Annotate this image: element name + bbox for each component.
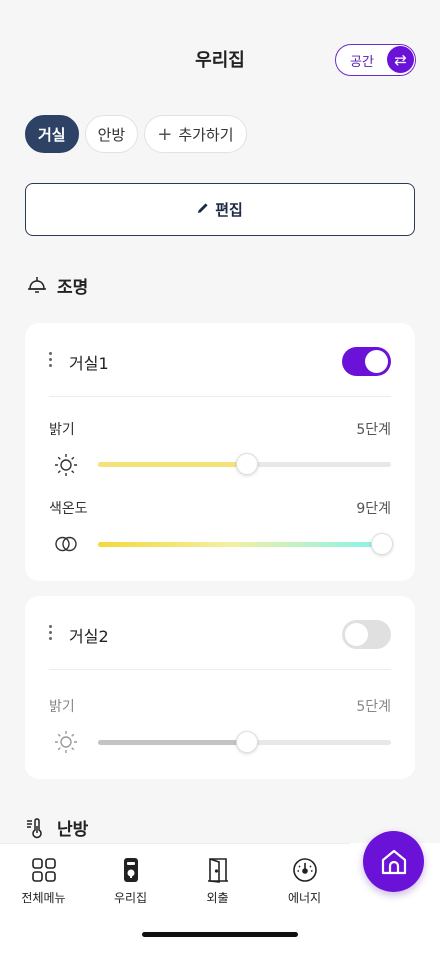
nav-label: 전체메뉴 xyxy=(21,891,66,905)
brightness-slider[interactable] xyxy=(98,453,391,475)
color-temp-slider[interactable] xyxy=(98,533,393,555)
light-name: 거실1 xyxy=(69,354,109,373)
light-card-2: 거실2 밝기 5단계 xyxy=(25,596,415,779)
plus-icon: + xyxy=(157,123,173,145)
brightness-slider-thumb[interactable] xyxy=(236,453,258,475)
gauge-icon xyxy=(292,858,317,882)
lighting-label: 조명 xyxy=(57,278,89,298)
pencil-icon xyxy=(197,202,209,218)
lighting-section-title: 조명 xyxy=(25,273,88,298)
nav-home[interactable]: 우리집 xyxy=(87,844,174,916)
room-tab-living[interactable]: 거실 xyxy=(25,115,79,153)
edit-button[interactable]: 편집 xyxy=(25,183,415,236)
light-name: 거실2 xyxy=(69,627,109,646)
room-tab-bedroom[interactable]: 안방 xyxy=(84,115,139,153)
home-indicator xyxy=(142,932,298,937)
header: 우리집 공간 ⇄ xyxy=(0,0,440,118)
room-tabs: 거실 안방 + 추가하기 xyxy=(25,115,247,153)
drag-handle-icon[interactable] xyxy=(49,625,53,643)
brightness-label: 밝기 xyxy=(49,422,75,438)
light-toggle[interactable] xyxy=(342,620,391,649)
heating-label: 난방 xyxy=(57,820,89,840)
nav-label: 에너지 xyxy=(287,891,322,905)
edit-label: 편집 xyxy=(215,201,243,219)
divider xyxy=(49,396,391,397)
home-icon xyxy=(381,849,406,874)
room-tab-label: 거실 xyxy=(38,125,66,144)
brightness-value: 5단계 xyxy=(356,699,391,715)
thermometer-icon xyxy=(27,817,42,838)
color-temp-value: 9단계 xyxy=(356,501,391,517)
lamp-icon xyxy=(28,276,46,293)
color-temp-slider-thumb[interactable] xyxy=(371,533,393,555)
nav-label: 우리집 xyxy=(113,891,148,905)
heating-section-title: 난방 xyxy=(25,815,88,840)
space-switch-button[interactable]: 공간 ⇄ xyxy=(335,44,416,76)
sun-icon xyxy=(55,731,77,753)
brightness-slider[interactable] xyxy=(98,731,391,753)
exit-door-icon xyxy=(207,858,228,883)
nav-energy[interactable]: 에너지 xyxy=(261,844,348,916)
divider xyxy=(49,669,391,670)
door-lock-icon xyxy=(123,858,138,882)
brightness-value: 5단계 xyxy=(356,422,391,438)
nav-all-menu[interactable]: 전체메뉴 xyxy=(0,844,87,916)
add-room-label: 추가하기 xyxy=(178,125,234,144)
drag-handle-icon[interactable] xyxy=(49,352,53,370)
sun-icon xyxy=(55,454,77,476)
bottom-nav: 전체메뉴 우리집 외출 에너지 xyxy=(0,843,350,916)
space-switch-label: 공간 xyxy=(350,54,374,70)
nav-label: 외출 xyxy=(206,891,229,905)
brightness-slider-thumb[interactable] xyxy=(236,731,258,753)
brightness-label: 밝기 xyxy=(49,699,75,715)
swap-arrows-icon: ⇄ xyxy=(387,46,414,73)
nav-away[interactable]: 외출 xyxy=(174,844,261,916)
light-toggle[interactable] xyxy=(342,347,391,376)
color-temp-icon xyxy=(55,536,77,552)
room-tab-label: 안방 xyxy=(97,125,126,144)
light-card-1: 거실1 밝기 5단계 색온도 9단계 xyxy=(25,323,415,581)
color-temp-label: 색온도 xyxy=(49,501,88,517)
add-room-button[interactable]: + 추가하기 xyxy=(144,115,247,153)
grid-icon xyxy=(31,858,56,882)
home-fab-button[interactable] xyxy=(363,831,424,892)
